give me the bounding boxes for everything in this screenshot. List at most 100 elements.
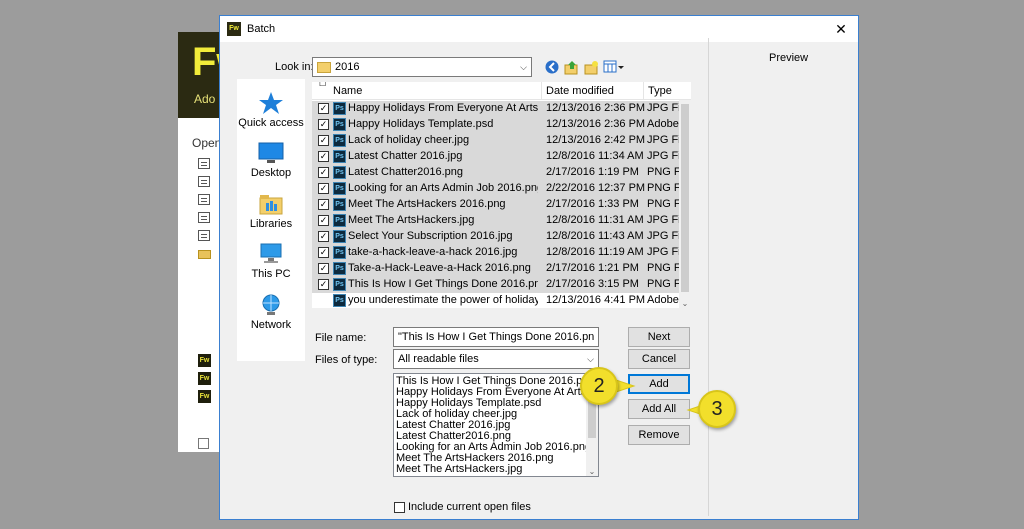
file-name: Lack of holiday cheer.jpg	[348, 134, 470, 146]
place-network[interactable]: Network	[237, 293, 305, 331]
file-list[interactable]: ☐ Name ˆ Date modified Type ✓ Ps Happy Hol…	[312, 82, 691, 308]
column-type[interactable]: Type	[648, 85, 672, 97]
fw-file-icon[interactable]: Fw	[198, 372, 211, 385]
file-name: Latest Chatter 2016.jpg	[348, 150, 463, 162]
title-bar[interactable]: Fw Batch ✕	[220, 16, 858, 42]
photoshop-file-icon: Ps	[333, 166, 346, 179]
file-row[interactable]: ✓ Ps Happy Holidays Template.psd 12/13/2016…	[312, 117, 679, 133]
callout-tail	[616, 379, 636, 393]
pc-icon	[260, 243, 282, 263]
network-icon	[262, 294, 280, 315]
file-date: 12/13/2016 2:36 PM	[546, 102, 646, 114]
row-checkbox[interactable]: ✓	[318, 135, 329, 146]
file-type: JPG File	[647, 246, 679, 258]
file-date: 12/8/2016 11:43 AM	[546, 230, 644, 242]
column-name[interactable]: Name	[333, 85, 362, 97]
place-quick-access[interactable]: Quick access	[237, 91, 305, 129]
include-open-files-checkbox[interactable]	[394, 502, 405, 513]
file-row[interactable]: ✓ Ps Lack of holiday cheer.jpg 12/13/2016 2…	[312, 133, 679, 149]
recent-file-icon[interactable]	[198, 194, 210, 205]
file-row[interactable]: ✓ PsHappy Holidays From Everyone At ArtsH…	[312, 101, 679, 117]
row-checkbox[interactable]: ✓	[318, 247, 329, 258]
file-name: Meet The ArtsHackers 2016.png	[348, 198, 506, 210]
view-menu-icon[interactable]	[603, 59, 625, 75]
next-button[interactable]: Next	[628, 327, 690, 347]
row-checkbox[interactable]: ✓	[318, 279, 329, 290]
add-button[interactable]: Add	[628, 374, 690, 394]
recent-file-icon[interactable]	[198, 176, 210, 187]
row-checkbox[interactable]: ✓	[318, 231, 329, 242]
fw-file-icon[interactable]: Fw	[198, 390, 211, 403]
file-date: 12/8/2016 11:31 AM	[546, 214, 644, 226]
scroll-down-icon[interactable]: ⌄	[679, 299, 691, 308]
photoshop-file-icon: Ps	[333, 246, 346, 259]
file-row[interactable]: ✓ Ps Meet The ArtsHackers 2016.png 2/17/201…	[312, 197, 679, 213]
preview-divider	[708, 38, 709, 516]
recent-file-icon[interactable]	[198, 158, 210, 169]
photoshop-file-icon: Ps	[333, 230, 346, 243]
file-name: Looking for an Arts Admin Job 2016.png	[348, 182, 538, 194]
place-this-pc[interactable]: This PC	[237, 242, 305, 280]
close-button[interactable]: ✕	[824, 16, 858, 42]
file-name-input[interactable]: "This Is How I Get Things Done 2016.png"…	[393, 327, 599, 347]
added-file-item[interactable]: Meet The ArtsHackers.jpg	[396, 463, 586, 475]
row-checkbox[interactable]: ✓	[318, 215, 329, 226]
file-type: PNG File	[647, 166, 679, 178]
file-row[interactable]: ✓ Ps Looking for an Arts Admin Job 2016.pn…	[312, 181, 679, 197]
include-open-files-label: Include current open files	[408, 501, 531, 513]
files-of-type-dropdown[interactable]: All readable files ⌵	[393, 349, 599, 369]
place-label: Quick access	[238, 117, 304, 129]
file-type: PNG File	[647, 198, 679, 210]
photoshop-file-icon: Ps	[333, 118, 346, 131]
row-checkbox[interactable]: ✓	[318, 199, 329, 210]
file-list-header: ☐ Name ˆ Date modified Type	[312, 82, 691, 100]
photoshop-file-icon: Ps	[333, 278, 346, 291]
up-folder-icon[interactable]	[563, 59, 579, 75]
place-desktop[interactable]: Desktop	[237, 141, 305, 179]
file-date: 2/22/2016 12:37 PM	[546, 182, 646, 194]
row-checkbox[interactable]: ✓	[318, 167, 329, 178]
remove-button[interactable]: Remove	[628, 425, 690, 445]
file-row[interactable]: ✓ Ps take-a-hack-leave-a-hack 2016.jpg 12/8…	[312, 245, 679, 261]
added-files-list[interactable]: This Is How I Get Things Done 2016.png Ha…	[393, 373, 599, 477]
add-all-button[interactable]: Add All	[628, 399, 690, 419]
look-in-value: 2016	[335, 61, 360, 73]
file-row[interactable]: Ps you underestimate the power of holiday…	[312, 293, 679, 308]
new-folder-icon[interactable]	[583, 59, 599, 75]
back-icon[interactable]	[544, 59, 560, 75]
recent-file-icon[interactable]	[198, 212, 210, 223]
file-row[interactable]: ✓ Ps This Is How I Get Things Done 2016.pn…	[312, 277, 679, 293]
file-name: Take-a-Hack-Leave-a-Hack 2016.png	[348, 262, 531, 274]
row-checkbox[interactable]: ✓	[318, 263, 329, 274]
file-row[interactable]: ✓ Ps Latest Chatter2016.png 2/17/2016 1:19 …	[312, 165, 679, 181]
cancel-button[interactable]: Cancel	[628, 349, 690, 369]
file-row[interactable]: ✓ Ps Meet The ArtsHackers.jpg 12/8/2016 11:…	[312, 213, 679, 229]
place-libraries[interactable]: Libraries	[237, 192, 305, 230]
file-row[interactable]: ✓ Ps Select Your Subscription 2016.jpg 12/8…	[312, 229, 679, 245]
fw-file-icon[interactable]: Fw	[198, 354, 211, 367]
file-type: Adobe	[647, 294, 679, 306]
column-date-modified[interactable]: Date modified	[546, 85, 614, 97]
file-type: JPG File	[647, 134, 679, 146]
file-row[interactable]: ✓ Ps Latest Chatter 2016.jpg 12/8/2016 11:3…	[312, 149, 679, 165]
row-checkbox[interactable]: ✓	[318, 103, 329, 114]
file-list-scrollbar[interactable]: ⌄	[679, 100, 691, 308]
place-label: This PC	[251, 268, 291, 280]
folder-icon[interactable]	[198, 250, 211, 259]
file-type: PNG File	[647, 262, 679, 274]
photoshop-file-icon: Ps	[333, 102, 346, 115]
row-checkbox[interactable]: ✓	[318, 119, 329, 130]
row-checkbox[interactable]: ✓	[318, 183, 329, 194]
file-type: Adobe	[647, 118, 679, 130]
file-row[interactable]: ✓ Ps Take-a-Hack-Leave-a-Hack 2016.png 2/17…	[312, 261, 679, 277]
select-all-checkbox[interactable]: ☐	[319, 82, 326, 88]
row-checkbox[interactable]: ✓	[318, 151, 329, 162]
file-name: Meet The ArtsHackers.jpg	[348, 214, 475, 226]
libraries-icon	[259, 195, 283, 215]
scrollbar-thumb[interactable]	[681, 104, 689, 292]
look-in-dropdown[interactable]: 2016 ⌵	[312, 57, 532, 77]
recent-file-icon[interactable]	[198, 230, 210, 241]
file-name: Happy Holidays Template.psd	[348, 118, 494, 130]
scroll-down-icon[interactable]: ⌄	[586, 467, 598, 476]
background-checkbox[interactable]	[198, 438, 209, 449]
